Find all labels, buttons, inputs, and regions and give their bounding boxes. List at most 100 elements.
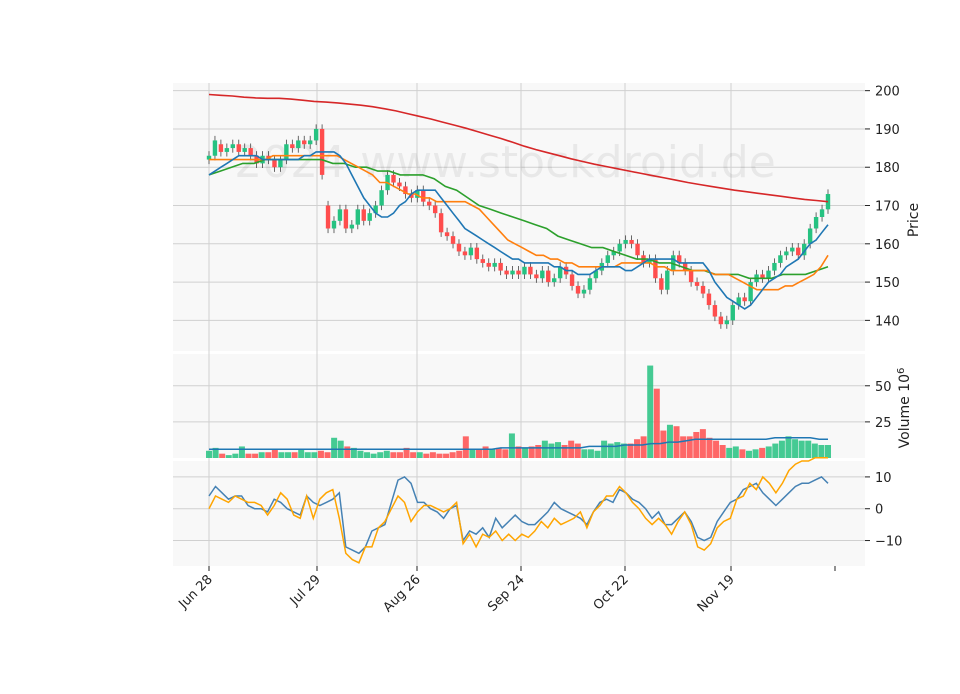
candle-body <box>807 228 813 244</box>
candle-body <box>819 209 825 217</box>
volume-bar <box>713 440 720 458</box>
x-tick-label: Sep 24 <box>485 572 528 615</box>
candle-body <box>766 270 771 279</box>
volume-bar <box>475 449 482 458</box>
candle-body <box>492 262 497 267</box>
volume-panel-bg <box>173 354 865 458</box>
volume-bar <box>469 449 476 458</box>
volume-bar <box>541 440 548 458</box>
candle-body <box>700 285 706 294</box>
volume-bar <box>574 443 581 458</box>
candle-body <box>688 270 694 283</box>
candle-body <box>325 205 331 229</box>
volume-bar <box>706 437 713 458</box>
y-tick-label: −10 <box>875 535 902 550</box>
y-tick-label: 200 <box>875 85 900 100</box>
volume-bar <box>410 452 417 458</box>
candle-body <box>397 182 402 187</box>
volume-bar <box>765 446 772 458</box>
candle-body <box>528 266 533 275</box>
volume-bar <box>535 445 542 458</box>
candle-body <box>665 270 670 290</box>
candle-body <box>587 278 593 290</box>
candle-body <box>629 239 634 244</box>
volume-bar <box>364 452 371 458</box>
candle-body <box>236 144 241 152</box>
volume-bar <box>508 433 515 458</box>
y-tick-label: 150 <box>875 276 900 291</box>
volume-bar <box>383 450 390 458</box>
candle-body <box>331 220 337 229</box>
candle-body <box>432 205 438 214</box>
y-tick-label: 180 <box>875 161 900 176</box>
volume-bar <box>502 449 509 458</box>
volume-bar <box>265 452 272 458</box>
candle-body <box>623 239 628 244</box>
candle-body <box>302 140 307 145</box>
candle-body <box>552 278 557 283</box>
volume-bar <box>206 450 212 458</box>
candle-body <box>337 209 343 221</box>
volume-bar <box>792 439 799 458</box>
volume-bar <box>805 440 812 458</box>
candle-body <box>427 201 432 206</box>
volume-bar <box>482 446 489 458</box>
volume-bar <box>278 452 285 458</box>
candle-body <box>355 209 360 225</box>
volume-bar <box>778 440 785 458</box>
candle-body <box>474 247 480 260</box>
candle-body <box>694 282 700 286</box>
volume-bar <box>344 446 351 458</box>
volume-bar <box>245 453 252 458</box>
volume-axis-label: Volume 106 <box>896 368 914 449</box>
price-axis-label: Price <box>906 203 922 237</box>
volume-bar <box>785 436 792 458</box>
candle-body <box>468 247 474 256</box>
volume-bar <box>370 453 377 458</box>
volume-bar <box>462 436 469 458</box>
candle-body <box>575 285 581 294</box>
candle-body <box>516 270 521 275</box>
volume-bar <box>304 452 311 458</box>
volume-bar <box>548 443 555 458</box>
candle-body <box>546 270 551 283</box>
volume-bar <box>601 440 608 458</box>
volume-bar <box>291 452 298 458</box>
candle-body <box>307 140 313 145</box>
volume-bar <box>581 449 588 458</box>
volume-bar <box>726 447 733 458</box>
volume-bar <box>798 440 805 458</box>
y-tick-label: 0 <box>875 503 883 518</box>
volume-bar <box>752 449 759 458</box>
candle-body <box>772 262 777 271</box>
volume-bar <box>436 453 443 458</box>
volume-bar <box>232 453 239 458</box>
candle-body <box>421 190 426 202</box>
volume-bar <box>285 452 292 458</box>
candle-body <box>706 293 712 306</box>
volume-bar <box>745 450 752 458</box>
candle-body <box>498 262 503 271</box>
y-tick-label: 10 <box>875 471 892 486</box>
candle-body <box>480 259 485 263</box>
volume-bar <box>555 442 562 458</box>
volume-bar <box>324 452 331 458</box>
candle-body <box>230 144 236 149</box>
volume-bar <box>311 452 318 458</box>
volume-bar <box>594 450 601 458</box>
candle-body <box>272 159 277 168</box>
candle-body <box>391 174 396 183</box>
volume-bar <box>456 450 463 458</box>
volume-bar <box>357 450 364 458</box>
volume-bar <box>396 452 403 458</box>
chart-figure: 2024 www.stockdroid.de Jun 28 Jul 29 Aug 2… <box>0 0 960 690</box>
candle-body <box>212 140 218 156</box>
volume-bar <box>377 452 384 458</box>
candle-body <box>486 262 491 267</box>
candle-body <box>444 232 450 237</box>
y-tick-label: 170 <box>875 200 900 215</box>
y-tick-label: 190 <box>875 123 900 138</box>
candle-body <box>284 144 289 160</box>
volume-bar <box>423 453 430 458</box>
volume-bar <box>416 452 423 458</box>
